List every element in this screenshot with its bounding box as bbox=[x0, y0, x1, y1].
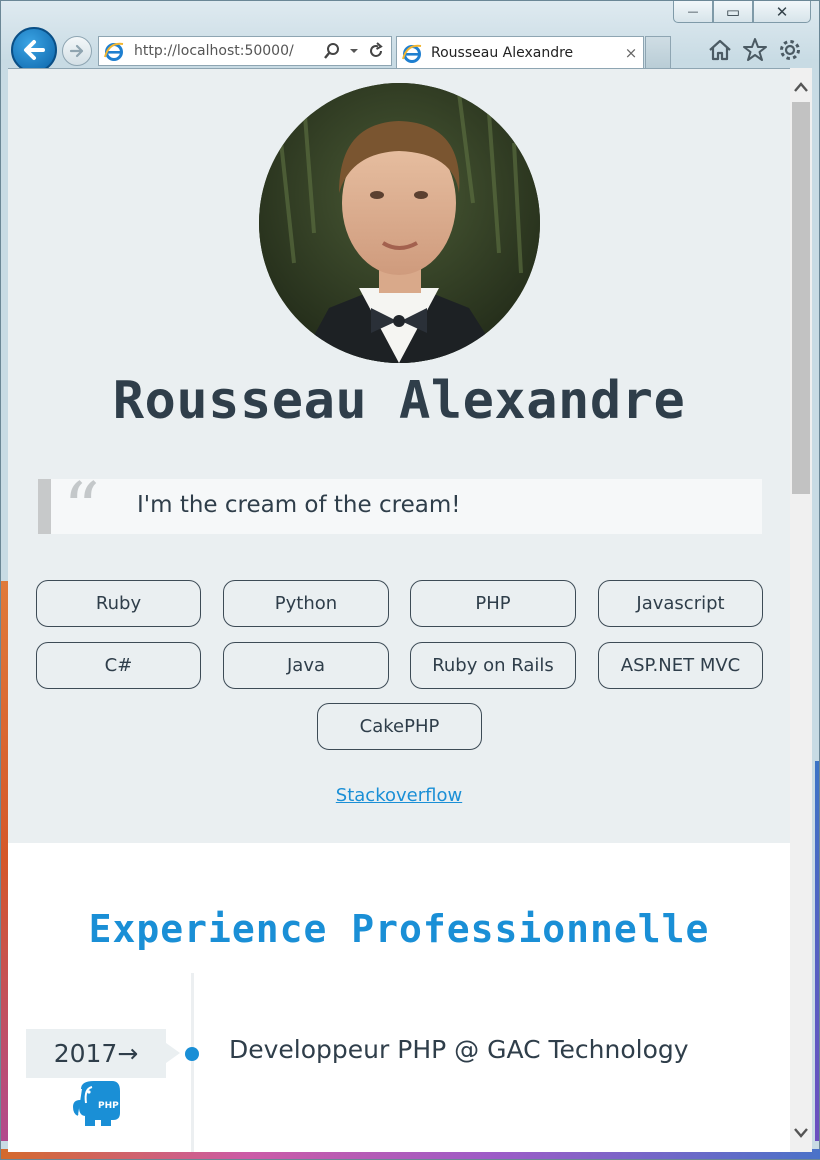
tab-title: Rousseau Alexandre bbox=[431, 44, 574, 61]
svg-text:PHP: PHP bbox=[98, 1101, 119, 1111]
search-icon[interactable] bbox=[323, 42, 341, 60]
new-tab-button[interactable] bbox=[645, 36, 671, 68]
address-bar[interactable]: http://localhost:50000/ bbox=[98, 36, 392, 66]
timeline-dot bbox=[185, 1047, 199, 1061]
page-viewport: Rousseau Alexandre “ I'm the cream of th… bbox=[8, 68, 790, 1152]
skill-tag-java: Java bbox=[223, 642, 389, 689]
window-caption-buttons: — ▭ ✕ bbox=[673, 1, 811, 23]
profile-section: Rousseau Alexandre “ I'm the cream of th… bbox=[8, 69, 790, 843]
url-text[interactable]: http://localhost:50000/ bbox=[134, 43, 323, 59]
skill-tag-ruby-on-rails: Ruby on Rails bbox=[410, 642, 576, 689]
php-elephant-icon: PHP bbox=[72, 1079, 122, 1127]
browser-toolbar bbox=[707, 37, 803, 63]
forward-arrow-icon bbox=[69, 44, 84, 58]
ie-page-icon bbox=[103, 40, 125, 62]
tab-favicon-icon bbox=[401, 42, 423, 64]
minimize-icon: — bbox=[687, 5, 699, 18]
skill-tag-php: PHP bbox=[410, 580, 576, 627]
timeline-line bbox=[191, 973, 194, 1152]
profile-name: Rousseau Alexandre bbox=[112, 371, 686, 431]
profile-quote: “ I'm the cream of the cream! bbox=[38, 473, 762, 545]
forward-button[interactable] bbox=[62, 36, 92, 66]
scrollbar-thumb[interactable] bbox=[792, 102, 810, 494]
skill-tag-aspnet-mvc: ASP.NET MVC bbox=[598, 642, 763, 689]
skill-tag-csharp: C# bbox=[36, 642, 201, 689]
refresh-icon[interactable] bbox=[367, 42, 385, 60]
skill-tag-python: Python bbox=[223, 580, 389, 627]
maximize-button[interactable]: ▭ bbox=[713, 1, 753, 23]
back-arrow-icon bbox=[24, 40, 45, 60]
favorites-star-icon[interactable] bbox=[742, 37, 768, 63]
timeline-year-pointer bbox=[166, 1043, 180, 1063]
scroll-up-icon[interactable] bbox=[790, 72, 812, 102]
dropdown-icon[interactable] bbox=[349, 46, 359, 56]
skill-tag-cakephp: CakePHP bbox=[317, 703, 482, 750]
stackoverflow-link[interactable]: Stackoverflow bbox=[8, 785, 790, 806]
experience-title: Experience Professionnelle bbox=[88, 907, 710, 951]
experience-section: Experience Professionnelle 2017→ Develop… bbox=[8, 843, 790, 1152]
skill-tag-ruby: Ruby bbox=[36, 580, 201, 627]
profile-photo bbox=[259, 83, 540, 363]
back-button[interactable] bbox=[11, 27, 57, 73]
tab-rousseau-alexandre[interactable]: Rousseau Alexandre × bbox=[396, 36, 644, 68]
vertical-scrollbar[interactable] bbox=[790, 68, 812, 1152]
settings-gear-icon[interactable] bbox=[777, 37, 803, 63]
minimize-button[interactable]: — bbox=[673, 1, 713, 23]
tab-close-icon[interactable]: × bbox=[619, 44, 643, 62]
timeline-job-title: Developpeur PHP @ GAC Technology bbox=[229, 1035, 689, 1064]
quote-text: I'm the cream of the cream! bbox=[137, 492, 461, 518]
skill-tag-javascript: Javascript bbox=[598, 580, 763, 627]
timeline-year: 2017→ bbox=[26, 1029, 166, 1078]
scroll-down-icon[interactable] bbox=[790, 1118, 812, 1148]
quote-mark-icon: “ bbox=[63, 467, 100, 551]
close-window-button[interactable]: ✕ bbox=[753, 1, 811, 23]
close-icon: ✕ bbox=[775, 2, 789, 21]
maximize-icon: ▭ bbox=[725, 2, 741, 21]
home-icon[interactable] bbox=[707, 37, 733, 63]
address-tools bbox=[323, 42, 391, 60]
desktop-edge-right bbox=[815, 761, 819, 1141]
